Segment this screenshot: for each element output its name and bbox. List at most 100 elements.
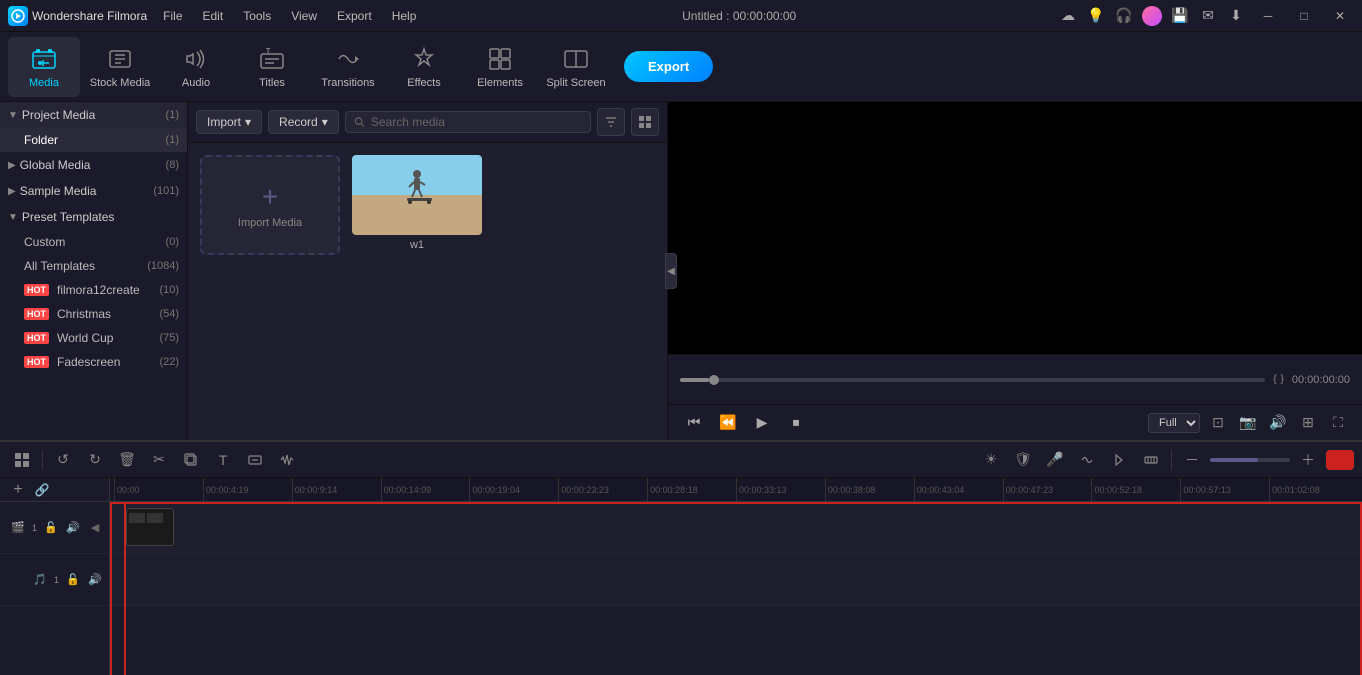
import-button[interactable]: Import ▾ xyxy=(196,110,262,134)
panel-collapse-button[interactable]: ◀ xyxy=(665,253,677,289)
mic-icon[interactable]: 🎤 xyxy=(1041,446,1069,474)
cut-button[interactable]: ✂ xyxy=(145,446,173,474)
media-icon xyxy=(30,45,58,73)
sidebar-item-world-cup[interactable]: HOT World Cup (75) xyxy=(0,326,187,350)
undo-button[interactable]: ↺ xyxy=(49,446,77,474)
redo-button[interactable]: ↻ xyxy=(81,446,109,474)
sidebar-header-preset-templates[interactable]: ▼ Preset Templates xyxy=(0,204,187,230)
snap-icon[interactable] xyxy=(1105,446,1133,474)
global-media-count: (8) xyxy=(166,159,179,171)
ruler-time-0: 00:00 xyxy=(114,478,203,502)
delete-button[interactable]: 🗑 xyxy=(113,446,141,474)
ruler-time-6: 00:00:28:18 xyxy=(647,478,736,502)
track-expand-icon[interactable]: ◀ xyxy=(87,520,103,536)
sidebar-header-global-media[interactable]: ▶ Global Media (8) xyxy=(0,152,187,178)
track-mute-icon[interactable]: 🔊 xyxy=(65,520,81,536)
minimize-button[interactable]: ─ xyxy=(1254,2,1282,30)
menu-view[interactable]: View xyxy=(287,7,321,25)
bulb-icon[interactable]: 💡 xyxy=(1086,6,1106,26)
toolbar-effects[interactable]: Effects xyxy=(388,37,460,97)
add-to-timeline-icon[interactable]: ⊞ xyxy=(1296,411,1320,435)
zoom-slider[interactable] xyxy=(1210,458,1290,462)
add-track-button[interactable]: + xyxy=(6,480,30,500)
time-markers: { } xyxy=(1273,374,1284,385)
link-button[interactable]: 🔗 xyxy=(30,480,54,500)
toolbar-transitions[interactable]: Transitions xyxy=(312,37,384,97)
download-icon[interactable]: ⬇ xyxy=(1226,6,1246,26)
volume-icon[interactable]: 🔊 xyxy=(1266,411,1290,435)
toolbar-stock-media[interactable]: Stock Media xyxy=(84,37,156,97)
sidebar-item-all-templates[interactable]: All Templates (1084) xyxy=(0,254,187,278)
menu-export[interactable]: Export xyxy=(333,7,376,25)
toolbar-media[interactable]: Media xyxy=(8,37,80,97)
copy-button[interactable] xyxy=(177,446,205,474)
menu-file[interactable]: File xyxy=(159,7,186,25)
sample-media-label: Sample Media xyxy=(20,184,97,198)
title-bar-right: ☁ 💡 🎧 💾 ✉ ⬇ ─ □ ✕ xyxy=(1058,2,1354,30)
toolbar-titles[interactable]: T Titles xyxy=(236,37,308,97)
record-indicator[interactable] xyxy=(1326,450,1354,470)
sidebar-header-project-media[interactable]: ▼ Project Media (1) xyxy=(0,102,187,128)
sidebar-item-christmas[interactable]: HOT Christmas (54) xyxy=(0,302,187,326)
quality-select[interactable]: Full xyxy=(1148,413,1200,433)
ruler-time-7: 00:00:33:13 xyxy=(736,478,825,502)
progress-fill xyxy=(680,378,709,382)
tools-panel-toggle[interactable] xyxy=(8,446,36,474)
zoom-in-button[interactable]: ＋ xyxy=(1294,446,1322,474)
fit-window-icon[interactable]: ⊡ xyxy=(1206,411,1230,435)
app-logo xyxy=(8,6,28,26)
shield-icon[interactable]: 🛡 xyxy=(1009,446,1037,474)
toolbar-audio[interactable]: Audio xyxy=(160,37,232,97)
zoom-out-button[interactable]: － xyxy=(1178,446,1206,474)
audio-waveform-button[interactable] xyxy=(273,446,301,474)
preview-progress-bar[interactable] xyxy=(680,378,1265,382)
audio-mute-icon[interactable]: 🔊 xyxy=(87,572,103,588)
sidebar-item-fadescreen[interactable]: HOT Fadescreen (22) xyxy=(0,350,187,374)
headphone-icon[interactable]: 🎧 xyxy=(1114,6,1134,26)
sidebar-item-folder[interactable]: Folder (1) xyxy=(0,128,187,152)
fullscreen-icon[interactable]: ⛶ xyxy=(1326,411,1350,435)
title-button[interactable]: T xyxy=(209,446,237,474)
stop-button[interactable]: ⏹ xyxy=(782,409,810,437)
menu-tools[interactable]: Tools xyxy=(239,7,275,25)
export-button[interactable]: Export xyxy=(624,51,713,82)
play-button[interactable]: ▶ xyxy=(748,409,776,437)
toolbar-elements[interactable]: Elements xyxy=(464,37,536,97)
frame-back-button[interactable]: ⏪ xyxy=(714,409,742,437)
menu-help[interactable]: Help xyxy=(388,7,421,25)
media-item-w1[interactable]: w1 xyxy=(352,155,482,428)
color-correct-button[interactable] xyxy=(241,446,269,474)
cloud-icon[interactable]: ☁ xyxy=(1058,6,1078,26)
transitions-small-icon[interactable] xyxy=(1073,446,1101,474)
import-media-placeholder[interactable]: + Import Media xyxy=(200,155,340,255)
close-button[interactable]: ✕ xyxy=(1326,2,1354,30)
main-content: ▼ Project Media (1) Folder (1) ▶ Global … xyxy=(0,102,1362,440)
toolbar-transitions-label: Transitions xyxy=(321,77,374,89)
progress-handle[interactable] xyxy=(709,375,719,385)
filter-button[interactable] xyxy=(597,108,625,136)
timeline-tracks-scroll[interactable]: 00:00 00:00:4:19 00:00:9:14 00:00:14:09 … xyxy=(110,478,1362,675)
maximize-button[interactable]: □ xyxy=(1290,2,1318,30)
skip-back-button[interactable]: ⏮ xyxy=(680,409,708,437)
audio-lock-icon[interactable]: 🔓 xyxy=(65,572,81,588)
menu-edit[interactable]: Edit xyxy=(199,7,228,25)
screenshot-icon[interactable]: 📷 xyxy=(1236,411,1260,435)
search-input[interactable] xyxy=(371,115,582,129)
effects-icon xyxy=(410,45,438,73)
save-icon[interactable]: 💾 xyxy=(1170,6,1190,26)
sidebar-header-sample-media[interactable]: ▶ Sample Media (101) xyxy=(0,178,187,204)
sidebar-item-filmora12create[interactable]: HOT filmora12create (10) xyxy=(0,278,187,302)
hot-badge: HOT xyxy=(24,284,49,296)
sidebar-item-custom[interactable]: Custom (0) xyxy=(0,230,187,254)
media-grid: + Import Media xyxy=(188,143,667,440)
video-clip[interactable] xyxy=(126,508,174,546)
playhead[interactable] xyxy=(124,502,126,675)
toolbar-split-screen[interactable]: Split Screen xyxy=(540,37,612,97)
mail-icon[interactable]: ✉ xyxy=(1198,6,1218,26)
user-avatar[interactable] xyxy=(1142,6,1162,26)
mosaic-icon[interactable] xyxy=(1137,446,1165,474)
record-button[interactable]: Record ▾ xyxy=(268,110,339,134)
grid-view-button[interactable] xyxy=(631,108,659,136)
sun-icon[interactable]: ☀ xyxy=(977,446,1005,474)
track-lock-icon[interactable]: 🔓 xyxy=(43,520,59,536)
